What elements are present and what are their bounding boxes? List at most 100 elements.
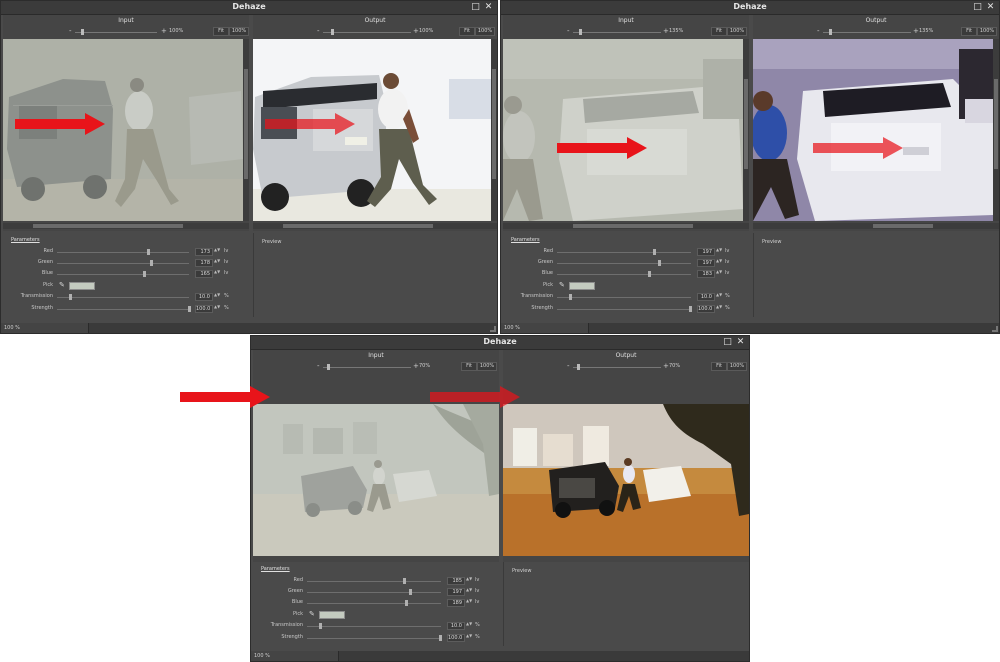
- spin-arrows-icon[interactable]: ▲▼: [214, 293, 220, 301]
- input-vertical-scrollbar[interactable]: [243, 39, 249, 221]
- spin-arrows-icon[interactable]: ▲▼: [466, 622, 472, 630]
- spin-arrows-icon[interactable]: ▲▼: [716, 293, 722, 301]
- zoom-slider[interactable]: [573, 367, 661, 368]
- actual-size-button[interactable]: 100%: [477, 362, 497, 371]
- zoom-out-icon[interactable]: -: [317, 27, 320, 35]
- zoom-slider[interactable]: [323, 367, 411, 368]
- spin-arrows-icon[interactable]: ▲▼: [214, 259, 220, 267]
- resize-grip-icon[interactable]: [490, 326, 496, 332]
- eyedropper-icon[interactable]: ✎: [59, 281, 67, 290]
- param-slider[interactable]: [557, 274, 691, 275]
- param-slider[interactable]: [557, 252, 691, 253]
- output-image[interactable]: [753, 39, 999, 221]
- slider-handle[interactable]: [143, 271, 146, 277]
- fit-button[interactable]: Fit: [213, 27, 229, 36]
- zoom-slider-handle[interactable]: [327, 364, 330, 370]
- actual-size-button[interactable]: 100%: [229, 27, 249, 36]
- tab-parameters[interactable]: Parameters: [511, 237, 540, 243]
- param-value-field[interactable]: 10.0: [697, 293, 715, 301]
- scrollbar-thumb[interactable]: [244, 69, 248, 179]
- zoom-out-icon[interactable]: -: [567, 27, 570, 35]
- fit-button[interactable]: Fit: [961, 27, 977, 36]
- tab-parameters[interactable]: Parameters: [11, 237, 40, 243]
- zoom-in-icon[interactable]: +: [161, 27, 167, 35]
- zoom-slider[interactable]: [75, 32, 157, 33]
- spin-arrows-icon[interactable]: ▲▼: [214, 305, 220, 313]
- fit-button[interactable]: Fit: [461, 362, 477, 371]
- spin-arrows-icon[interactable]: ▲▼: [716, 259, 722, 267]
- slider-handle[interactable]: [147, 249, 150, 255]
- maximize-icon[interactable]: □: [470, 2, 481, 13]
- param-value-field[interactable]: 10.0: [447, 622, 465, 630]
- zoom-in-icon[interactable]: +: [663, 27, 669, 35]
- param-value-field[interactable]: 197: [697, 248, 715, 256]
- zoom-slider-handle[interactable]: [331, 29, 334, 35]
- spin-arrows-icon[interactable]: ▲▼: [466, 599, 472, 607]
- zoom-slider-handle[interactable]: [577, 364, 580, 370]
- zoom-slider-handle[interactable]: [81, 29, 84, 35]
- param-value-field[interactable]: 197: [447, 588, 465, 596]
- zoom-out-icon[interactable]: -: [317, 362, 320, 370]
- zoom-out-icon[interactable]: -: [567, 362, 570, 370]
- slider-handle[interactable]: [69, 294, 72, 300]
- maximize-icon[interactable]: □: [722, 337, 733, 348]
- slider-handle[interactable]: [188, 306, 191, 312]
- slider-handle[interactable]: [439, 635, 442, 641]
- scrollbar-thumb[interactable]: [573, 224, 693, 228]
- slider-handle[interactable]: [405, 600, 408, 606]
- spin-arrows-icon[interactable]: ▲▼: [466, 577, 472, 585]
- spin-arrows-icon[interactable]: ▲▼: [716, 248, 722, 256]
- tab-parameters[interactable]: Parameters: [261, 566, 290, 572]
- slider-handle[interactable]: [150, 260, 153, 266]
- zoom-in-icon[interactable]: +: [913, 27, 919, 35]
- param-value-field[interactable]: 183: [697, 270, 715, 278]
- resize-grip-icon[interactable]: [992, 326, 998, 332]
- zoom-in-icon[interactable]: +: [413, 362, 419, 370]
- scrollbar-thumb[interactable]: [994, 79, 998, 169]
- zoom-in-icon[interactable]: +: [413, 27, 419, 35]
- pick-color-swatch[interactable]: [319, 611, 345, 619]
- param-slider[interactable]: [57, 263, 189, 264]
- param-slider[interactable]: [557, 309, 691, 310]
- spin-arrows-icon[interactable]: ▲▼: [466, 634, 472, 642]
- input-horizontal-scrollbar[interactable]: [3, 223, 249, 229]
- scrollbar-thumb[interactable]: [283, 224, 433, 228]
- maximize-icon[interactable]: □: [972, 2, 983, 13]
- scrollbar-thumb[interactable]: [873, 224, 933, 228]
- input-image[interactable]: [503, 39, 749, 221]
- zoom-slider[interactable]: [573, 32, 661, 33]
- zoom-slider-handle[interactable]: [579, 29, 582, 35]
- param-slider[interactable]: [57, 309, 189, 310]
- param-value-field[interactable]: 165: [195, 270, 213, 278]
- output-vertical-scrollbar[interactable]: [491, 39, 497, 221]
- slider-handle[interactable]: [403, 578, 406, 584]
- spin-arrows-icon[interactable]: ▲▼: [716, 270, 722, 278]
- output-image[interactable]: [503, 404, 749, 556]
- eyedropper-icon[interactable]: ✎: [309, 610, 317, 619]
- slider-handle[interactable]: [409, 589, 412, 595]
- eyedropper-icon[interactable]: ✎: [559, 281, 567, 290]
- param-value-field[interactable]: 100.0: [447, 634, 465, 642]
- zoom-slider[interactable]: [323, 32, 411, 33]
- zoom-slider[interactable]: [823, 32, 911, 33]
- fit-button[interactable]: Fit: [711, 27, 727, 36]
- param-slider[interactable]: [57, 274, 189, 275]
- spin-arrows-icon[interactable]: ▲▼: [214, 270, 220, 278]
- spin-arrows-icon[interactable]: ▲▼: [716, 305, 722, 313]
- param-value-field[interactable]: 173: [195, 248, 213, 256]
- output-horizontal-scrollbar[interactable]: [753, 223, 999, 229]
- param-slider[interactable]: [307, 626, 441, 627]
- actual-size-button[interactable]: 100%: [977, 27, 997, 36]
- scrollbar-thumb[interactable]: [33, 224, 183, 228]
- title-bar[interactable]: Dehaze □ ✕: [251, 336, 749, 350]
- scrollbar-thumb[interactable]: [744, 79, 748, 169]
- param-slider[interactable]: [307, 592, 441, 593]
- slider-handle[interactable]: [648, 271, 651, 277]
- param-value-field[interactable]: 100.0: [195, 305, 213, 313]
- pick-color-swatch[interactable]: [69, 282, 95, 290]
- param-value-field[interactable]: 189: [447, 599, 465, 607]
- zoom-in-icon[interactable]: +: [663, 362, 669, 370]
- zoom-out-icon[interactable]: -: [817, 27, 820, 35]
- param-slider[interactable]: [307, 581, 441, 582]
- title-bar[interactable]: Dehaze □ ✕: [1, 1, 497, 15]
